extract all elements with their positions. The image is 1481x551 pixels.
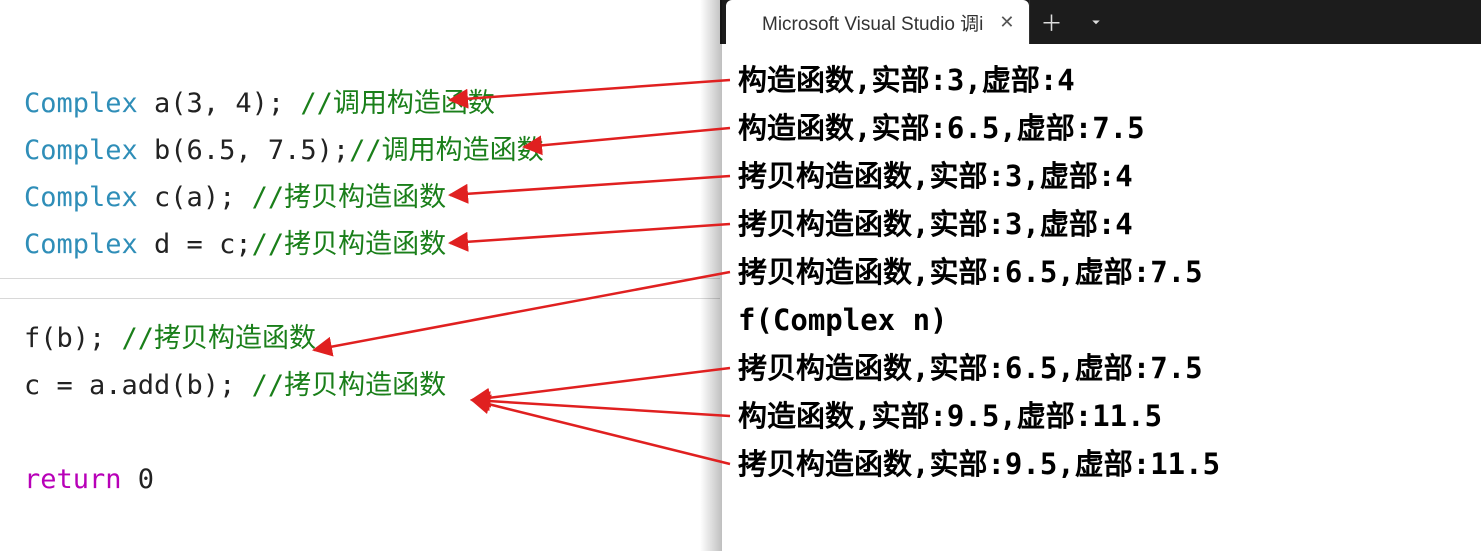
code-line-return: return 0 [24, 456, 720, 503]
type-keyword: Complex [24, 229, 154, 260]
tab-menu-button[interactable] [1074, 0, 1118, 44]
editor-divider [0, 298, 720, 299]
code-text: c = a.add(b); [24, 370, 252, 401]
code-text: b(6.5, 7.5); [154, 135, 349, 166]
type-keyword: Complex [24, 135, 154, 166]
editor-divider [0, 278, 720, 279]
console-line: 拷贝构造函数,实部:6.5,虚部:7.5 [738, 248, 1469, 296]
console-line: 拷贝构造函数,实部:3,虚部:4 [738, 152, 1469, 200]
code-line-3: Complex c(a); //拷贝构造函数 [24, 174, 720, 221]
tab-title: Microsoft Visual Studio 调i [762, 9, 983, 36]
console-line: f(Complex n) [738, 296, 1469, 344]
new-tab-button[interactable]: ＋ [1029, 0, 1074, 44]
comment: //调用构造函数 [300, 88, 495, 119]
code-text: a(3, 4); [154, 88, 300, 119]
code-line-4: Complex d = c;//拷贝构造函数 [24, 221, 720, 268]
code-line-2: Complex b(6.5, 7.5);//调用构造函数 [24, 127, 720, 174]
type-keyword: Complex [24, 182, 154, 213]
console-tabbar: Microsoft Visual Studio 调i ✕ ＋ [720, 0, 1481, 44]
type-keyword: Complex [24, 88, 154, 119]
close-icon[interactable]: ✕ [999, 12, 1014, 33]
code-editor[interactable]: Complex a(3, 4); //调用构造函数 Complex b(6.5,… [0, 0, 720, 551]
comment: //拷贝构造函数 [252, 229, 447, 260]
code-text: 0 [138, 464, 154, 495]
return-keyword: return [24, 464, 138, 495]
console-line: 拷贝构造函数,实部:6.5,虚部:7.5 [738, 344, 1469, 392]
console-line: 拷贝构造函数,实部:9.5,虚部:11.5 [738, 440, 1469, 488]
code-text: f(b); [24, 323, 122, 354]
code-text: d = c; [154, 229, 252, 260]
code-text: c(a); [154, 182, 252, 213]
code-line-6: c = a.add(b); //拷贝构造函数 [24, 362, 720, 409]
comment: //调用构造函数 [349, 135, 544, 166]
console-line: 构造函数,实部:3,虚部:4 [738, 56, 1469, 104]
console-output[interactable]: 构造函数,实部:3,虚部:4 构造函数,实部:6.5,虚部:7.5 拷贝构造函数… [720, 44, 1481, 500]
code-line-1: Complex a(3, 4); //调用构造函数 [24, 80, 720, 127]
comment: //拷贝构造函数 [252, 182, 447, 213]
chevron-down-icon [1087, 13, 1105, 31]
console-tab[interactable]: Microsoft Visual Studio 调i ✕ [726, 0, 1029, 44]
console-line: 拷贝构造函数,实部:3,虚部:4 [738, 200, 1469, 248]
comment: //拷贝构造函数 [122, 323, 317, 354]
console-line: 构造函数,实部:9.5,虚部:11.5 [738, 392, 1469, 440]
comment: //拷贝构造函数 [252, 370, 447, 401]
code-line-5: f(b); //拷贝构造函数 [24, 315, 720, 362]
console-window: Microsoft Visual Studio 调i ✕ ＋ 构造函数,实部:3… [720, 0, 1481, 551]
console-line: 构造函数,实部:6.5,虚部:7.5 [738, 104, 1469, 152]
